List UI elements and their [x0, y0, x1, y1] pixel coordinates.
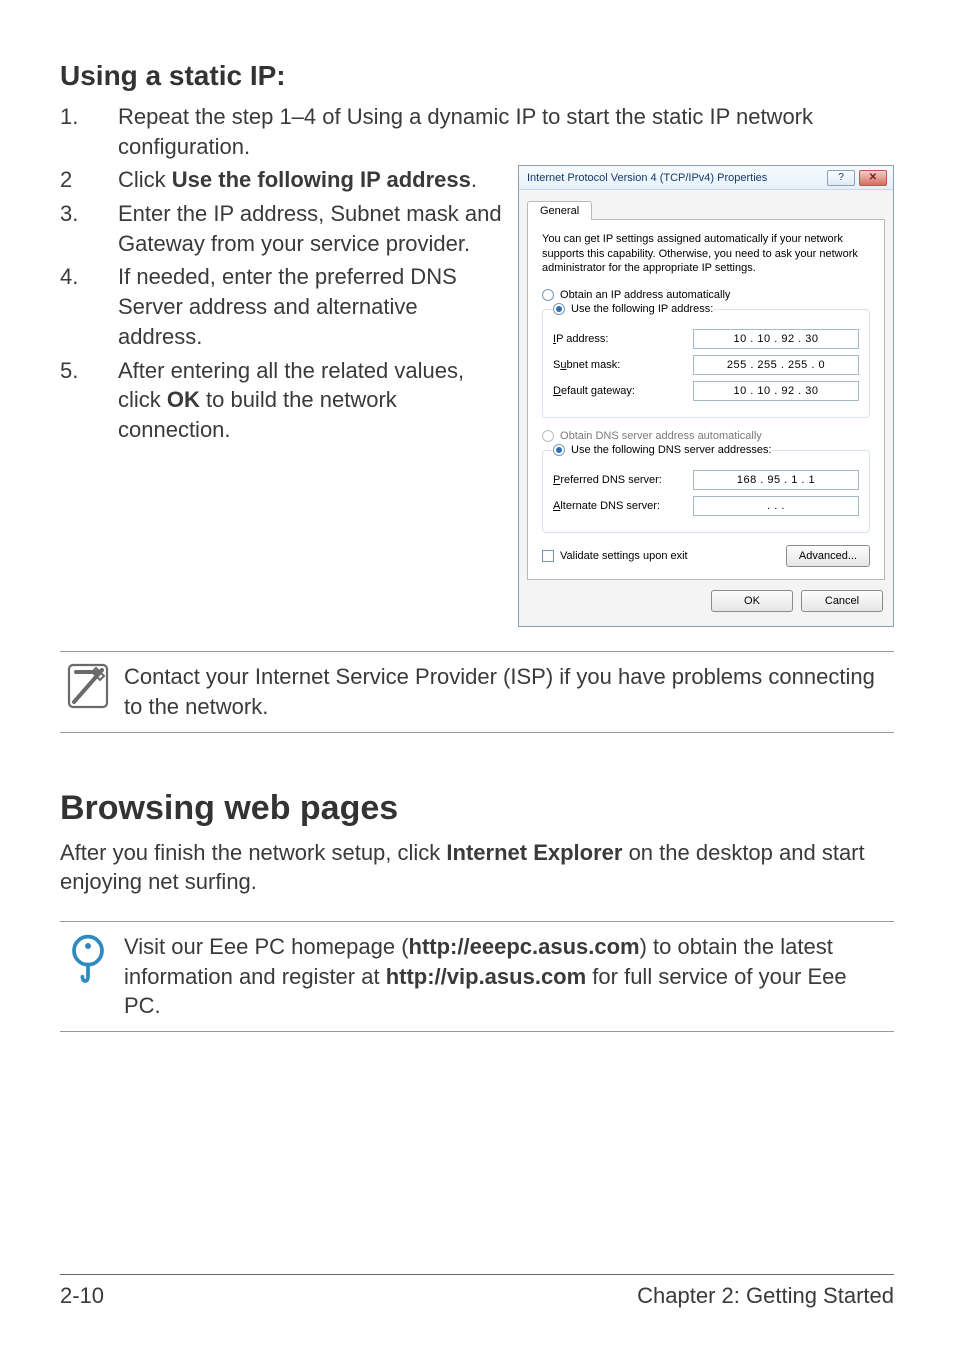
section-heading-browsing: Browsing web pages — [60, 789, 894, 828]
tip-text: Visit our Eee PC homepage (http://eeepc.… — [124, 932, 888, 1021]
step-number: 1. — [60, 102, 84, 161]
radio-use-following-ip[interactable] — [553, 303, 565, 315]
text-fragment: Click — [118, 167, 172, 192]
text-fragment: After you finish the network setup, clic… — [60, 840, 446, 865]
ok-button[interactable]: OK — [711, 590, 793, 612]
radio-label: Obtain an IP address automatically — [560, 289, 730, 301]
dialog-title: Internet Protocol Version 4 (TCP/IPv4) P… — [527, 172, 823, 184]
text-bold: OK — [167, 387, 200, 412]
validate-settings-checkbox[interactable] — [542, 550, 554, 562]
alternate-dns-input[interactable]: . . . — [693, 496, 859, 516]
step-number: 3. — [60, 199, 84, 258]
text-fragment: . — [471, 167, 477, 192]
text-bold: Internet Explorer — [446, 840, 622, 865]
step-text: Repeat the step 1–4 of Using a dynamic I… — [118, 102, 894, 161]
text-bold: http://vip.asus.com — [386, 964, 586, 989]
preferred-dns-input[interactable]: 168 . 95 . 1 . 1 — [693, 470, 859, 490]
text-bold: Use the following IP address — [172, 167, 471, 192]
step-number: 5. — [60, 356, 84, 445]
cancel-button[interactable]: Cancel — [801, 590, 883, 612]
radio-obtain-ip-auto[interactable] — [542, 289, 554, 301]
tab-general[interactable]: General — [527, 201, 592, 220]
alternate-dns-label: Alternate DNS server: — [553, 500, 660, 512]
radio-obtain-dns-auto — [542, 430, 554, 442]
step-number: 4. — [60, 262, 84, 351]
advanced-button[interactable]: Advanced... — [786, 545, 870, 567]
chapter-title: Chapter 2: Getting Started — [637, 1283, 894, 1309]
step-text: Click Use the following IP address. — [118, 165, 502, 195]
step-text: If needed, enter the preferred DNS Serve… — [118, 262, 502, 351]
step-text: After entering all the related values, c… — [118, 356, 502, 445]
help-button[interactable]: ? — [827, 170, 855, 186]
note-icon — [66, 662, 110, 710]
step-number: 2 — [60, 165, 84, 195]
dialog-description: You can get IP settings assigned automat… — [542, 232, 870, 275]
dialog-titlebar[interactable]: Internet Protocol Version 4 (TCP/IPv4) P… — [519, 166, 893, 190]
text-fragment: Visit our Eee PC homepage ( — [124, 934, 409, 959]
ip-address-label: IP address: — [553, 333, 608, 345]
subnet-mask-label: Subnet mask: — [553, 359, 620, 371]
ip-address-input[interactable]: 10 . 10 . 92 . 30 — [693, 329, 859, 349]
preferred-dns-label: Preferred DNS server: — [553, 474, 662, 486]
default-gateway-label: Default gateway: — [553, 385, 635, 397]
section-heading-static-ip: Using a static IP: — [60, 60, 894, 92]
close-button[interactable]: ✕ — [859, 170, 887, 186]
tip-icon — [66, 932, 110, 980]
subnet-mask-input[interactable]: 255 . 255 . 255 . 0 — [693, 355, 859, 375]
ipv4-properties-dialog: Internet Protocol Version 4 (TCP/IPv4) P… — [518, 165, 894, 627]
radio-label: Use the following DNS server addresses: — [571, 444, 772, 456]
page-number: 2-10 — [60, 1283, 104, 1309]
radio-label-disabled: Obtain DNS server address automatically — [560, 430, 762, 442]
radio-use-following-dns[interactable] — [553, 444, 565, 456]
radio-label: Use the following IP address: — [571, 303, 713, 315]
text-fragment: btain an IP address automatically — [569, 289, 731, 301]
validate-settings-label: Validate settings upon exit — [560, 550, 688, 562]
note-text: Contact your Internet Service Provider (… — [124, 662, 888, 721]
step-text: Enter the IP address, Subnet mask and Ga… — [118, 199, 502, 258]
section-paragraph: After you finish the network setup, clic… — [60, 838, 894, 897]
default-gateway-input[interactable]: 10 . 10 . 92 . 30 — [693, 381, 859, 401]
text-bold: http://eeepc.asus.com — [409, 934, 640, 959]
